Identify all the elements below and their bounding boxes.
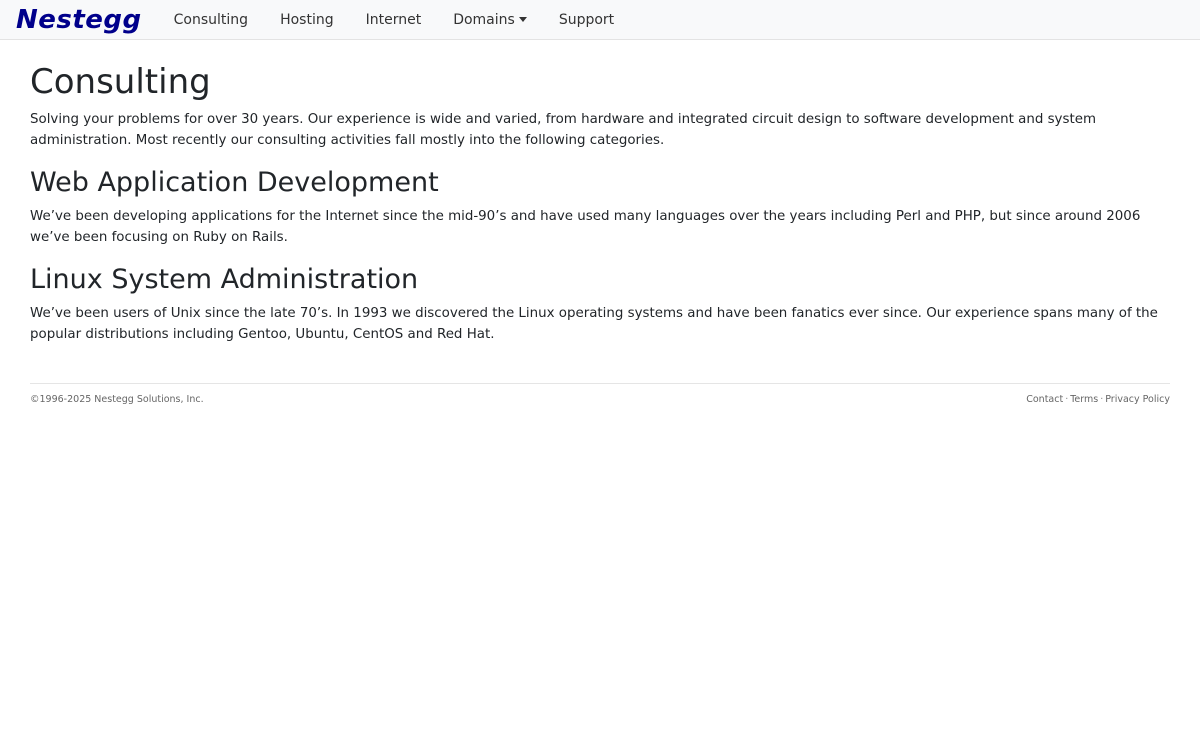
nav-link-domains-label: Domains	[453, 11, 515, 28]
footer-link-contact[interactable]: Contact	[1026, 394, 1063, 405]
footer-separator: ·	[1065, 394, 1069, 406]
nav-item-domains: Domains	[437, 0, 543, 40]
section-web-app-development: Web Application Development We’ve been d…	[30, 167, 1170, 248]
brand-logo-link[interactable]: Nestegg	[16, 0, 142, 40]
footer-separator: ·	[1100, 394, 1104, 406]
top-navbar: Nestegg Consulting Hosting Internet Doma…	[0, 0, 1200, 40]
nav-dropdown-domains[interactable]: Domains	[437, 0, 543, 40]
section-linux-sysadmin: Linux System Administration We’ve been u…	[30, 264, 1170, 345]
intro-paragraph: Solving your problems for over 30 years.…	[30, 112, 1096, 149]
footer-link-privacy-policy[interactable]: Privacy Policy	[1105, 394, 1170, 405]
nav-link-support[interactable]: Support	[543, 0, 630, 40]
caret-down-icon	[518, 16, 527, 22]
footer-links: Contact · Terms · Privacy Policy	[1026, 394, 1170, 405]
page-title: Consulting	[30, 62, 211, 102]
main-content: Consulting Solving your problems for ove…	[0, 62, 1200, 345]
section-heading: Linux System Administration	[30, 264, 419, 296]
footer-copyright: ©1996-2025 Nestegg Solutions, Inc.	[30, 394, 204, 406]
nav-item-consulting: Consulting	[158, 0, 264, 40]
section-body: We’ve been developing applications for t…	[30, 209, 1141, 246]
nav-link-internet[interactable]: Internet	[350, 0, 438, 40]
main-nav: Consulting Hosting Internet Domains Supp…	[158, 0, 631, 40]
section-body: We’ve been users of Unix since the late …	[30, 306, 1158, 343]
page-footer: ©1996-2025 Nestegg Solutions, Inc. Conta…	[30, 383, 1170, 405]
nav-item-support: Support	[543, 0, 630, 40]
nav-link-consulting[interactable]: Consulting	[158, 0, 264, 40]
nav-item-internet: Internet	[350, 0, 438, 40]
nav-item-hosting: Hosting	[264, 0, 350, 40]
section-heading: Web Application Development	[30, 167, 439, 199]
nav-link-hosting[interactable]: Hosting	[264, 0, 350, 40]
footer-link-terms[interactable]: Terms	[1070, 394, 1098, 405]
